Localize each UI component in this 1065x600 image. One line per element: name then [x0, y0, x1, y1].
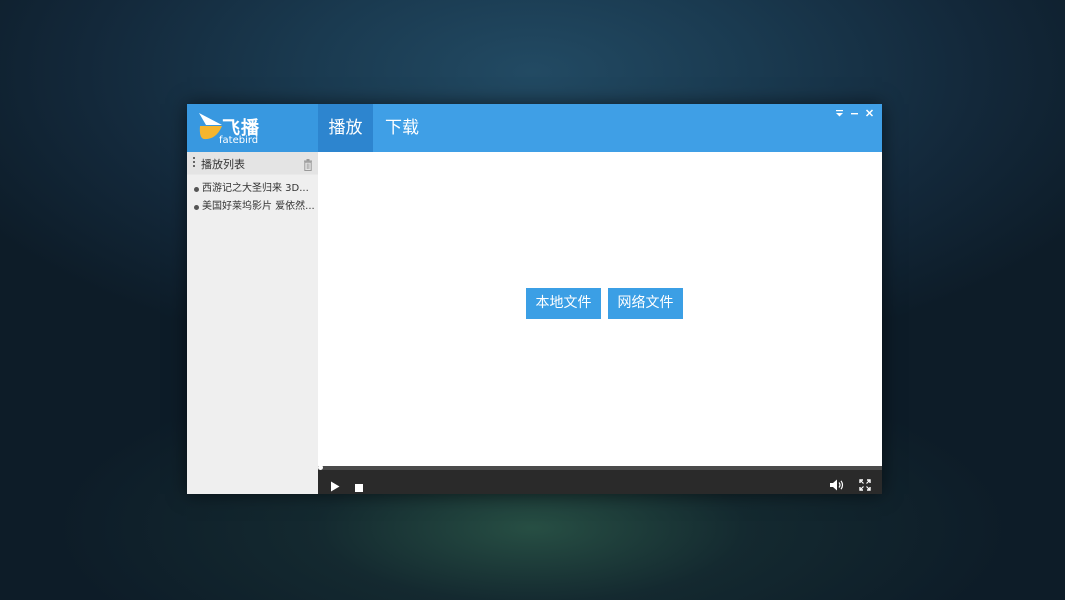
tab-download[interactable]: 下载 — [373, 104, 431, 152]
play-icon[interactable] — [330, 477, 340, 496]
title-bar[interactable]: 飞播 fatebird 播放 下载 — [187, 104, 882, 152]
video-area[interactable]: 本地文件 网络文件 — [318, 152, 882, 466]
playlist-item-label: 西游记之大圣归来 3D... — [202, 183, 309, 194]
network-file-button[interactable]: 网络文件 — [608, 288, 683, 319]
playlist-sidebar: 播放列表 西游记之大圣归来 3D... 美国好莱坞影片 爱依然... — [187, 152, 318, 494]
progress-knob[interactable] — [318, 465, 323, 470]
bullet-icon — [194, 187, 199, 192]
playlist-title: 播放列表 — [201, 158, 245, 171]
control-bar — [318, 465, 882, 497]
stop-icon[interactable] — [355, 478, 364, 497]
drag-handle-icon[interactable] — [193, 157, 195, 169]
playlist-item[interactable]: 美国好莱坞影片 爱依然... — [187, 198, 314, 216]
logo-english-name: fatebird — [219, 135, 259, 146]
player-window: 飞播 fatebird 播放 下载 播放列表 西游记之大圣归来 3D... 美国… — [187, 104, 882, 494]
playlist: 西游记之大圣归来 3D... 美国好莱坞影片 爱依然... — [187, 180, 318, 216]
menu-icon[interactable] — [835, 107, 844, 119]
local-file-button[interactable]: 本地文件 — [526, 288, 601, 319]
playlist-header: 播放列表 — [187, 152, 318, 175]
fullscreen-icon[interactable] — [859, 476, 871, 495]
tab-play[interactable]: 播放 — [318, 104, 373, 152]
window-controls — [835, 107, 874, 119]
playlist-item[interactable]: 西游记之大圣归来 3D... — [187, 180, 314, 198]
minimize-icon[interactable] — [850, 107, 859, 119]
app-logo: 飞播 fatebird — [187, 104, 318, 152]
volume-icon[interactable] — [830, 476, 846, 495]
playlist-item-label: 美国好莱坞影片 爱依然... — [202, 201, 314, 212]
close-icon[interactable] — [865, 107, 874, 119]
trash-icon[interactable] — [303, 156, 313, 175]
bullet-icon — [194, 205, 199, 210]
progress-bar[interactable] — [318, 465, 882, 470]
